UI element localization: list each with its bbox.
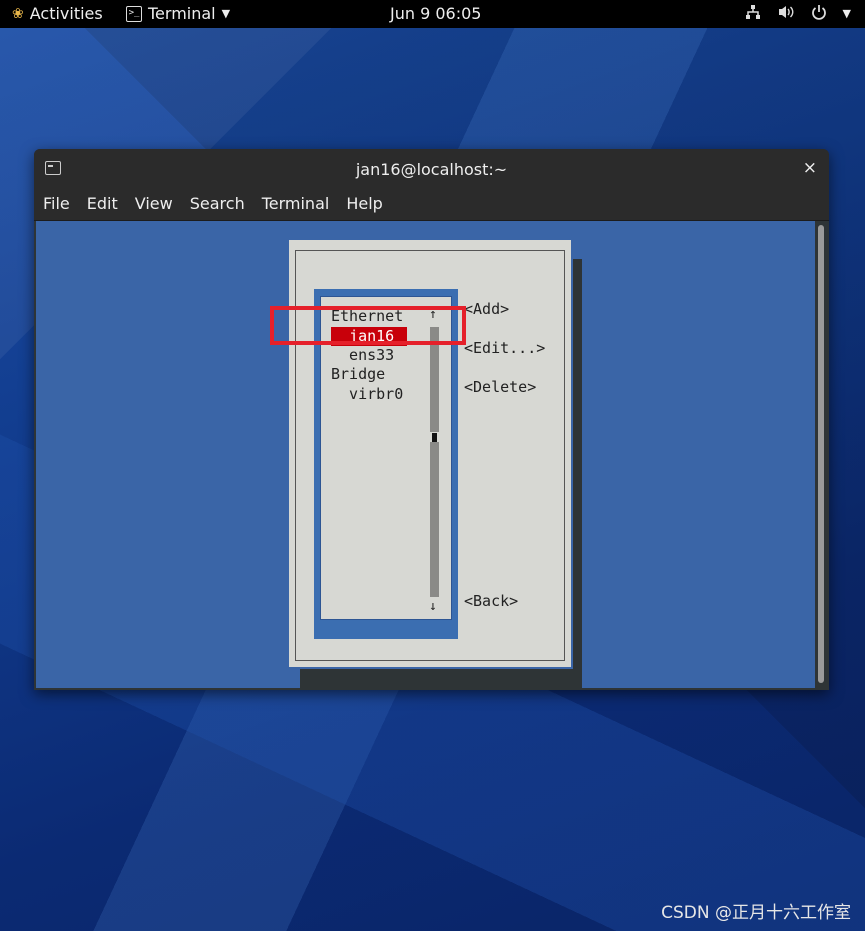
- list-item-ens33[interactable]: ens33: [331, 346, 394, 364]
- terminal-icon: >_: [126, 5, 142, 22]
- menu-file[interactable]: File: [34, 189, 78, 220]
- annotation-highlight-box: [270, 306, 466, 345]
- clock[interactable]: Jun 9 06:05: [390, 4, 481, 23]
- terminal-screen[interactable]: Ethernet ens33 Bridge virbr0 jan16 ↑ ↓ <…: [36, 221, 815, 688]
- chevron-down-icon: ▼: [221, 7, 231, 20]
- back-button[interactable]: <Back>: [464, 592, 518, 610]
- menu-search[interactable]: Search: [181, 189, 253, 220]
- menu-bar: File Edit View Search Terminal Help: [34, 189, 829, 221]
- nmtui-dialog: Ethernet ens33 Bridge virbr0 jan16 ↑ ↓ <…: [289, 240, 571, 667]
- list-item-virbr0[interactable]: virbr0: [331, 385, 403, 403]
- app-menu-terminal[interactable]: >_ Terminal ▼: [126, 4, 230, 23]
- app-menu-label: Terminal: [148, 4, 216, 23]
- network-icon[interactable]: [745, 4, 761, 23]
- activities-label: Activities: [29, 4, 103, 23]
- terminal-scrollbar[interactable]: [815, 221, 827, 688]
- close-icon[interactable]: ×: [803, 158, 817, 178]
- system-tray[interactable]: ▼: [745, 4, 851, 23]
- top-bar: ❀ Activities >_ Terminal ▼ Jun 9 06:05 ▼: [0, 0, 865, 28]
- activities-button[interactable]: ❀ Activities: [12, 4, 103, 23]
- watermark: CSDN @正月十六工作室: [661, 903, 851, 923]
- dialog-shadow: [573, 259, 582, 688]
- dialog-shadow: [300, 669, 582, 688]
- list-scrollbar-thumb[interactable]: [430, 432, 439, 442]
- list-scrollbar[interactable]: [430, 327, 439, 597]
- menu-edit[interactable]: Edit: [78, 189, 126, 220]
- menu-help[interactable]: Help: [337, 189, 390, 220]
- chevron-down-icon: ▼: [842, 7, 851, 20]
- menu-view[interactable]: View: [126, 189, 181, 220]
- menu-terminal[interactable]: Terminal: [253, 189, 338, 220]
- title-bar[interactable]: jan16@localhost:~ ×: [34, 149, 829, 189]
- gnome-foot-icon: ❀: [12, 5, 24, 22]
- window-title: jan16@localhost:~: [355, 160, 508, 179]
- terminal-window: jan16@localhost:~ × File Edit View Searc…: [34, 149, 829, 690]
- power-icon[interactable]: [811, 4, 827, 23]
- terminal-scrollbar-thumb[interactable]: [818, 225, 824, 683]
- scroll-down-arrow[interactable]: ↓: [429, 599, 437, 614]
- add-button[interactable]: <Add>: [464, 300, 509, 318]
- edit-button[interactable]: <Edit...>: [464, 339, 545, 357]
- volume-icon[interactable]: [777, 4, 795, 23]
- delete-button[interactable]: <Delete>: [464, 378, 536, 396]
- list-header-bridge: Bridge: [331, 365, 386, 383]
